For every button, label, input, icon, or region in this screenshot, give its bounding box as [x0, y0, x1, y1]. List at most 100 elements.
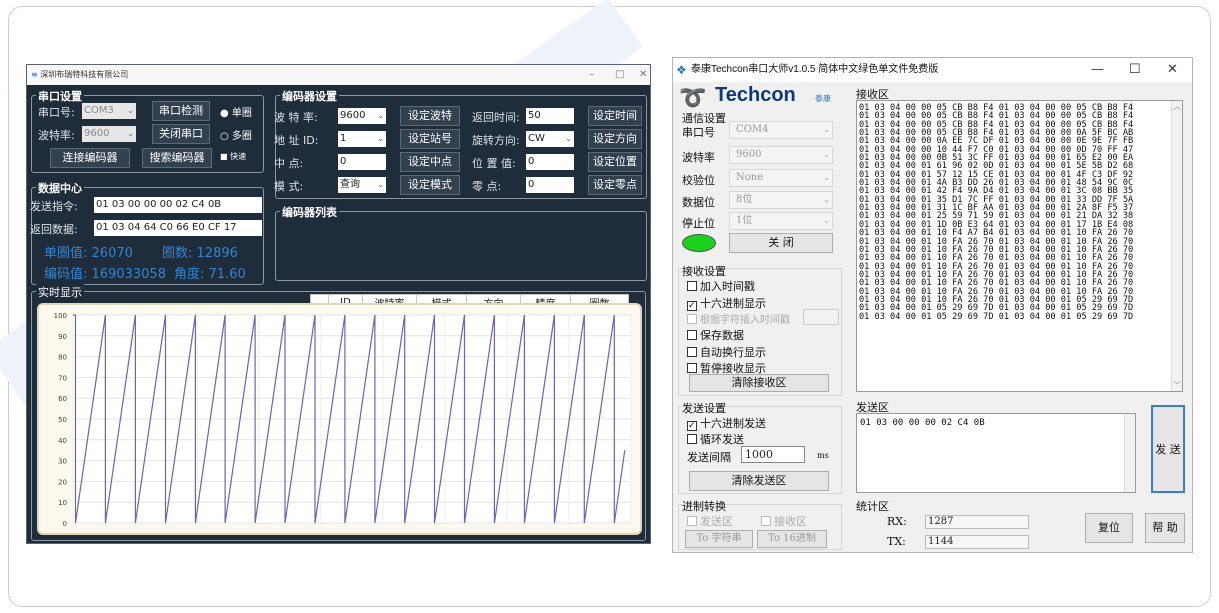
hex-send-checkbox[interactable]: ✓ 十六进制发送: [687, 415, 766, 431]
send-button[interactable]: 发 送: [1151, 405, 1185, 493]
title-bar: ≡ 深圳布瑞特科技有限公司 – □ ✕: [27, 65, 650, 85]
port-select[interactable]: COM3 ⌄: [82, 103, 136, 119]
interval-unit: ms: [817, 451, 829, 460]
scroll-down-icon[interactable]: ﹀: [1173, 380, 1181, 391]
radio-single[interactable]: ● 单圈: [220, 104, 252, 119]
char-timestamp-field[interactable]: [803, 309, 839, 325]
clear-send-button[interactable]: 清除发送区: [689, 471, 829, 491]
single-turn-readout: 单圈值: 26070: [44, 246, 133, 261]
connect-encoder-button[interactable]: 连接编码器: [50, 148, 130, 168]
to-hex-button[interactable]: To 16进制: [757, 530, 827, 548]
loop-send-checkbox[interactable]: 循环发送: [687, 431, 744, 447]
databits-select[interactable]: 8位 ⌄: [729, 191, 833, 209]
title-bar: ❖ 泰康Techcon串口大师v1.0.5 简体中文绿色单文件免费版: [673, 58, 1192, 82]
recv-data-field[interactable]: 01 03 04 64 C0 66 E0 CF 17: [94, 220, 262, 236]
stats-title: 统计区: [856, 500, 889, 513]
mid-field[interactable]: 0: [338, 154, 386, 170]
window-title: 深圳布瑞特科技有限公司: [40, 70, 129, 79]
stopbits-select[interactable]: 1位 ⌄: [729, 212, 833, 230]
serial-master-window: ❖ 泰康Techcon串口大师v1.0.5 简体中文绿色单文件免费版 — ☐ ✕…: [672, 57, 1193, 553]
save-data-checkbox[interactable]: 保存数据: [687, 327, 744, 343]
convert-recv-area-checkbox[interactable]: 接收区: [761, 513, 807, 529]
set-direction-button[interactable]: 设定方向: [588, 129, 642, 149]
close-port-button[interactable]: 关 闭: [729, 233, 833, 253]
hex-display-checkbox[interactable]: ✓ 十六进制显示: [687, 295, 766, 311]
interval-field[interactable]: 1000: [741, 446, 805, 463]
set-station-button[interactable]: 设定站号: [400, 129, 460, 149]
convert-send-area-checkbox[interactable]: 发送区: [687, 513, 733, 529]
auto-wrap-checkbox[interactable]: 自动换行显示: [687, 344, 766, 360]
baud-select[interactable]: 9600 ⌄: [729, 146, 833, 164]
databits-label: 数据位: [682, 196, 715, 209]
techcon-logo: ➰ Techcon 泰康: [679, 84, 849, 111]
help-button[interactable]: 帮 助: [1145, 513, 1185, 543]
scroll-up-icon[interactable]: ︿: [1173, 101, 1181, 112]
set-time-button[interactable]: 设定时间: [588, 106, 642, 126]
y-tick-label: 0: [63, 520, 67, 528]
to-string-button[interactable]: To 字符串: [685, 530, 753, 548]
maximize-icon[interactable]: ☐: [1129, 58, 1141, 82]
turns-readout: 圈数: 12896: [162, 246, 238, 261]
interval-label: 发送间隔: [687, 451, 731, 464]
check-port-button[interactable]: 串口检测: [152, 101, 210, 121]
angle-readout: 角度: 71.60: [174, 267, 246, 282]
maximize-icon[interactable]: □: [615, 65, 624, 85]
rx-label: RX:: [887, 515, 907, 528]
parity-select[interactable]: None ⌄: [729, 169, 833, 187]
encoder-readout: 编码值: 169033058: [44, 267, 166, 282]
position-field[interactable]: 0: [526, 154, 574, 170]
zero-field[interactable]: 0: [526, 177, 574, 193]
close-icon[interactable]: ✕: [639, 65, 647, 85]
group-title: 串口设置: [36, 88, 84, 104]
add-timestamp-checkbox[interactable]: 加入时间戳: [687, 278, 755, 294]
set-mid-button[interactable]: 设定中点: [400, 152, 460, 172]
y-tick-label: 10: [58, 499, 67, 507]
logo-text: Techcon: [715, 84, 796, 106]
y-tick-label: 100: [54, 312, 67, 320]
clear-recv-button[interactable]: 清除接收区: [689, 374, 829, 392]
chart-svg: 0 10 20 30 40 50 60 70 80 90 100: [54, 312, 632, 528]
y-tick-label: 60: [58, 395, 67, 403]
close-port-button[interactable]: 关闭串口: [152, 124, 210, 144]
set-baud-button[interactable]: 设定波特: [400, 106, 460, 126]
mode-select[interactable]: 查询 ⌄: [338, 177, 386, 193]
return-time-field[interactable]: 50: [526, 108, 574, 124]
minimize-icon[interactable]: —: [1091, 58, 1104, 82]
tx-counter: 1144: [925, 535, 1029, 549]
send-area-box[interactable]: 01 03 00 00 00 02 C4 0B: [856, 413, 1136, 493]
mode-label: 模 式:: [274, 180, 304, 193]
return-time-label: 返回时间:: [472, 111, 520, 124]
char-timestamp-checkbox[interactable]: 根据字符插入时间戳: [687, 311, 790, 326]
addr-select[interactable]: 1 ⌄: [338, 131, 386, 147]
direction-select[interactable]: CW ⌄: [526, 131, 574, 147]
baud-select[interactable]: 9600 ⌄: [82, 126, 136, 142]
set-position-button[interactable]: 设定位置: [588, 152, 642, 172]
recv-scrollbar[interactable]: ︿ ﹀: [1171, 101, 1182, 391]
recv-settings-title: 接收设置: [682, 265, 726, 278]
set-zero-button[interactable]: 设定零点: [588, 175, 642, 195]
send-cmd-field[interactable]: 01 03 00 00 00 02 C4 0B: [94, 197, 262, 213]
realtime-chart: 0 10 20 30 40 50 60 70 80 90 100: [37, 303, 642, 535]
search-encoder-button[interactable]: 搜索编码器: [142, 148, 212, 168]
logo-suffix: 泰康: [815, 94, 831, 103]
enc-baud-select[interactable]: 9600 ⌄: [338, 108, 386, 124]
group-title: 实时显示: [36, 284, 84, 300]
y-tick-label: 80: [58, 354, 67, 362]
port-select[interactable]: COM4 ⌄: [729, 121, 833, 139]
minimize-icon[interactable]: –: [589, 65, 594, 85]
serial-settings-group: 串口设置 串口号: COM3 ⌄ 串口检测 ● 单圈 波特率: 9600 ⌄ 关闭串…: [31, 88, 264, 173]
zero-label: 零 点:: [472, 180, 502, 193]
fast-checkbox[interactable]: ■ 快速: [220, 151, 246, 162]
set-mode-button[interactable]: 设定模式: [400, 175, 460, 195]
radio-multi[interactable]: ○ 多圈: [220, 127, 252, 142]
encoder-tool-window: ≡ 深圳布瑞特科技有限公司 – □ ✕ 串口设置 串口号: COM3 ⌄ 串口检测…: [26, 64, 651, 544]
send-scrollbar[interactable]: [1124, 414, 1135, 492]
window-title: 泰康Techcon串口大师v1.0.5 简体中文绿色单文件免费版: [691, 64, 939, 75]
enc-baud-label: 波 特 率:: [274, 111, 318, 124]
send-settings-title: 发送设置: [682, 402, 726, 415]
baud-label: 波特率: [682, 151, 715, 164]
reset-button[interactable]: 复位: [1085, 513, 1133, 543]
recv-area-box[interactable]: 01 03 04 00 00 05 CB B8 F4 01 03 04 00 0…: [856, 100, 1183, 392]
recv-line: 01 03 04 00 01 05 29 69 7D 01 03 04 00 0…: [859, 311, 1134, 322]
close-icon[interactable]: ✕: [1167, 58, 1178, 82]
